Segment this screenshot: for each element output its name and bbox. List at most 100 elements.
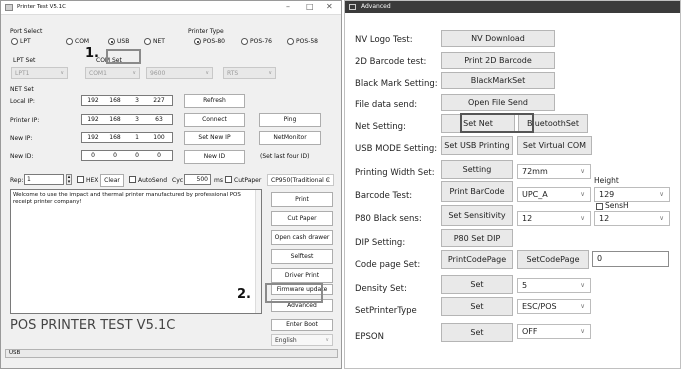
dip-setting-label: DIP Setting: (355, 238, 406, 248)
cut-paper-button[interactable]: Cut Paper (271, 211, 333, 226)
lpt-port-select[interactable]: LPT1 (11, 67, 68, 79)
ping-button[interactable]: Ping (259, 113, 321, 127)
rep-spinner[interactable]: ▴ ▾ (66, 174, 72, 185)
p80-set-dip-button[interactable]: P80 Set DIP (441, 229, 513, 247)
radio-pos58-label: POS-58 (296, 38, 318, 45)
nv-download-button[interactable]: NV Download (441, 30, 555, 47)
language-select[interactable]: English (271, 334, 333, 346)
set-net-highlight-box (460, 113, 534, 133)
set-code-page-button[interactable]: SetCodePage (517, 250, 589, 269)
send-textarea[interactable]: Welcome to use the impact and thermal pr… (10, 189, 262, 314)
open-file-send-button[interactable]: Open File Send (441, 94, 555, 111)
print-barcode-button[interactable]: Print BarCode (441, 181, 513, 202)
maximize-button[interactable]: □ (306, 2, 314, 11)
cyc-input[interactable]: 500 (184, 174, 211, 185)
radio-pos58[interactable] (287, 38, 294, 45)
advanced-window: Advanced NV Logo Test: NV Download 2D Ba… (344, 0, 681, 369)
ip-octet: 192 (87, 116, 99, 123)
printer-type-set-button[interactable]: Set (441, 297, 513, 316)
port-select-label: Port Select (10, 28, 43, 35)
print-button[interactable]: Print (271, 192, 333, 207)
right-title-bar: Advanced (345, 1, 680, 13)
print-width-setting-button[interactable]: Setting (441, 160, 513, 179)
set-virtual-com-button[interactable]: Set Virtual COM (517, 136, 592, 155)
local-ip-input[interactable]: 192 168 3 227 (81, 95, 173, 106)
sensh-label: SensH (605, 201, 629, 210)
density-set-button[interactable]: Set (441, 275, 513, 294)
barcode-type-select[interactable]: UPC_A (517, 187, 591, 202)
usb-mode-label: USB MODE Setting: (355, 144, 438, 154)
selftest-button[interactable]: Selftest (271, 249, 333, 264)
sensitivity-select[interactable]: 12 (517, 211, 591, 226)
autosend-label: AutoSend (138, 177, 168, 184)
com-port-select[interactable]: COM1 (85, 67, 140, 79)
radio-net[interactable] (144, 38, 151, 45)
printer-ip-label: Printer IP: (10, 117, 40, 124)
print-code-page-button[interactable]: PrintCodePage (441, 250, 513, 269)
rep-count-input[interactable]: 1 (24, 174, 64, 185)
minimize-button[interactable]: – (286, 2, 290, 11)
ip-octet: 0 (135, 152, 139, 159)
step-1-highlight-box (106, 49, 141, 64)
rep-label: Rep: (10, 177, 24, 184)
ip-octet: 168 (109, 97, 121, 104)
cutpaper-checkbox[interactable] (225, 176, 232, 183)
p80-black-sens-label: P80 Black sens: (355, 214, 422, 224)
codepage-select[interactable]: CP950(Traditional C (267, 174, 334, 186)
clear-button[interactable]: Clear (100, 174, 124, 187)
sensh-checkbox[interactable] (596, 203, 603, 210)
new-id-button[interactable]: New ID (184, 150, 245, 164)
enter-boot-button[interactable]: Enter Boot (271, 319, 333, 331)
height-label: Height (594, 176, 619, 185)
set-usb-printing-button[interactable]: Set USB Printing (441, 136, 513, 155)
radio-pos76[interactable] (241, 38, 248, 45)
print-2d-barcode-button[interactable]: Print 2D Barcode (441, 52, 555, 69)
autosend-checkbox[interactable] (129, 176, 136, 183)
epson-set-button[interactable]: Set (441, 323, 513, 342)
step-1-label: 1. (85, 46, 99, 61)
set-new-ip-button[interactable]: Set New IP (184, 131, 245, 145)
open-cash-drawer-button[interactable]: Open cash drawer (271, 230, 333, 245)
ip-octet: 3 (135, 97, 139, 104)
ms-label: ms (214, 177, 223, 184)
new-ip-input[interactable]: 192 168 1 100 (81, 132, 173, 143)
close-button[interactable]: ✕ (326, 2, 333, 11)
radio-lpt[interactable] (11, 38, 18, 45)
print-width-select[interactable]: 72mm (517, 164, 591, 179)
radio-com[interactable] (66, 38, 73, 45)
ip-octet: 3 (135, 116, 139, 123)
ip-octet: 0 (91, 152, 95, 159)
radio-usb[interactable] (108, 38, 115, 45)
sensh-select[interactable]: 12 (594, 211, 670, 226)
ip-octet: 0 (113, 152, 117, 159)
barcode-height-select[interactable]: 129 (594, 187, 670, 202)
epson-select[interactable]: OFF (517, 324, 591, 339)
refresh-button[interactable]: Refresh (184, 94, 245, 108)
ip-octet: 192 (87, 134, 99, 141)
density-select[interactable]: 5 (517, 278, 591, 293)
ip-octet: 192 (87, 97, 99, 104)
radio-pos80[interactable] (194, 38, 201, 45)
left-window-title: Printer Test V5.1C (17, 4, 66, 10)
flow-control-select[interactable]: RTS (223, 67, 276, 79)
printer-type-label: Printer Type (188, 28, 224, 35)
code-page-input[interactable]: 0 (592, 251, 669, 267)
hex-checkbox[interactable] (77, 176, 84, 183)
left-title-bar: Printer Test V5.1C – □ ✕ (1, 1, 341, 15)
code-page-label: Code page Set: (355, 260, 421, 270)
black-mark-set-button[interactable]: BlackMarkSet (441, 72, 555, 89)
netmonitor-button[interactable]: NetMonitor (259, 131, 321, 145)
black-mark-label: Black Mark Setting: (355, 79, 438, 89)
connect-button[interactable]: Connect (184, 113, 245, 127)
new-id-input[interactable]: 0 0 0 0 (81, 150, 173, 161)
baud-rate-select[interactable]: 9600 (146, 67, 213, 79)
printer-ip-input[interactable]: 192 168 3 63 (81, 114, 173, 125)
textarea-scrollbar[interactable] (255, 190, 261, 313)
printer-type-select[interactable]: ESC/POS (517, 299, 591, 314)
ip-octet: 0 (157, 152, 161, 159)
ip-octet: 63 (155, 116, 163, 123)
radio-lpt-label: LPT (20, 38, 31, 45)
set-sensitivity-button[interactable]: Set Sensitivity (441, 205, 513, 226)
ip-octet: 168 (109, 134, 121, 141)
driver-print-button[interactable]: Driver Print (271, 268, 333, 283)
